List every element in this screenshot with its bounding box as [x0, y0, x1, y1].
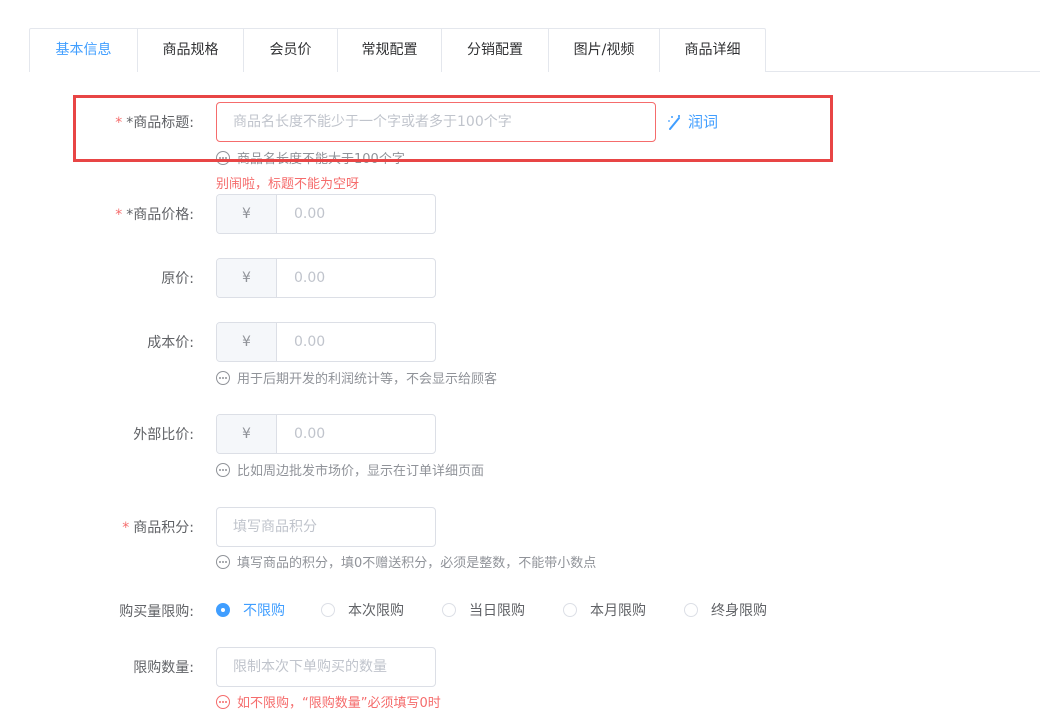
currency-prefix: ¥ — [217, 195, 277, 233]
limit-quantity-tip-text: 如不限购，“限购数量”必须填写0时 — [237, 696, 441, 711]
external-price-input-group: ¥ 0.00 — [216, 414, 436, 454]
tab-bar: 基本信息 商品规格 会员价 常规配置 分销配置 图片/视频 商品详细 — [29, 28, 766, 72]
radio-circle[interactable] — [684, 603, 698, 617]
tab-specs[interactable]: 商品规格 — [137, 29, 243, 72]
currency-prefix: ¥ — [217, 323, 277, 361]
price-input[interactable]: 0.00 — [277, 195, 435, 233]
radio-lifetime-limit[interactable]: 终身限购 — [684, 600, 767, 620]
radio-label: 本月限购 — [590, 603, 646, 619]
radio-label: 终身限购 — [711, 603, 767, 619]
external-price-label: 外部比价: — [133, 427, 194, 443]
cost-price-tip: 用于后期开发的利润统计等，不会显示给顾客 — [216, 368, 497, 387]
tab-media[interactable]: 图片/视频 — [548, 29, 659, 72]
required-mark: * — [115, 115, 123, 131]
cost-price-tip-text: 用于后期开发的利润统计等，不会显示给顾客 — [237, 372, 498, 387]
polish-button[interactable]: 润词 — [667, 111, 718, 132]
currency-prefix: ¥ — [217, 415, 277, 453]
limit-quantity-tip: 如不限购，“限购数量”必须填写0时 — [216, 692, 441, 711]
cost-price-input[interactable]: 0.00 — [277, 323, 435, 361]
cost-price-label: 成本价: — [147, 335, 194, 351]
tab-distribution-config[interactable]: 分销配置 — [441, 29, 548, 72]
purchase-limit-label: 购买量限购: — [119, 604, 194, 620]
tab-details[interactable]: 商品详细 — [659, 29, 765, 72]
radio-daily-limit[interactable]: 当日限购 — [442, 600, 525, 620]
tab-general-config[interactable]: 常规配置 — [337, 29, 441, 72]
radio-circle[interactable] — [442, 603, 456, 617]
price-label: * *商品价格: — [115, 204, 194, 224]
radio-no-limit[interactable]: 不限购 — [216, 600, 285, 620]
title-error-message: 别闹啦，标题不能为空呀 — [216, 177, 360, 192]
external-price-tip: 比如周边批发市场价，显示在订单详细页面 — [216, 460, 484, 479]
price-input-group: ¥ 0.00 — [216, 194, 436, 234]
points-input[interactable]: 填写商品积分 — [216, 507, 436, 547]
polish-label: 润词 — [688, 113, 719, 131]
limit-quantity-input[interactable]: 限制本次下单购买的数量 — [216, 647, 436, 687]
title-input[interactable]: 商品名长度不能少于一个字或者多于100个字 — [216, 102, 656, 142]
info-dots-icon — [216, 150, 230, 165]
required-mark: * — [122, 520, 130, 536]
title-label: * *商品标题: — [115, 112, 194, 132]
info-dots-icon — [216, 370, 230, 385]
external-price-input[interactable]: 0.00 — [277, 415, 435, 453]
points-tip-text: 填写商品的积分，填0不赠送积分，必须是整数，不能带小数点 — [237, 556, 597, 571]
title-tip: 商品名长度不能大于100个字 — [216, 148, 405, 167]
radio-this-order-limit[interactable]: 本次限购 — [321, 600, 404, 620]
original-price-label: 原价: — [161, 271, 194, 287]
radio-circle[interactable] — [321, 603, 335, 617]
points-tip: 填写商品的积分，填0不赠送积分，必须是整数，不能带小数点 — [216, 552, 596, 571]
points-label: * 商品积分: — [122, 517, 194, 537]
external-price-tip-text: 比如周边批发市场价，显示在订单详细页面 — [237, 464, 485, 479]
radio-label: 本次限购 — [348, 603, 404, 619]
title-tip-text: 商品名长度不能大于100个字 — [237, 152, 405, 167]
info-dots-icon — [216, 462, 230, 477]
radio-circle[interactable] — [563, 603, 577, 617]
radio-label: 不限购 — [243, 603, 285, 619]
original-price-input[interactable]: 0.00 — [277, 259, 435, 297]
tab-divider — [765, 71, 1040, 72]
points-label-text: 商品积分: — [133, 520, 194, 536]
currency-prefix: ¥ — [217, 259, 277, 297]
radio-circle[interactable] — [216, 603, 230, 617]
tab-member-price[interactable]: 会员价 — [243, 29, 337, 72]
radio-monthly-limit[interactable]: 本月限购 — [563, 600, 646, 620]
cost-price-input-group: ¥ 0.00 — [216, 322, 436, 362]
info-dots-icon — [216, 554, 230, 569]
price-label-text: *商品价格: — [126, 207, 194, 223]
magic-wand-icon — [668, 114, 680, 130]
radio-label: 当日限购 — [469, 603, 525, 619]
original-price-input-group: ¥ 0.00 — [216, 258, 436, 298]
required-mark: * — [115, 207, 123, 223]
limit-quantity-label: 限购数量: — [133, 660, 194, 676]
tab-basic-info[interactable]: 基本信息 — [30, 29, 137, 72]
info-dots-icon — [216, 694, 230, 709]
title-label-text: *商品标题: — [126, 115, 194, 131]
